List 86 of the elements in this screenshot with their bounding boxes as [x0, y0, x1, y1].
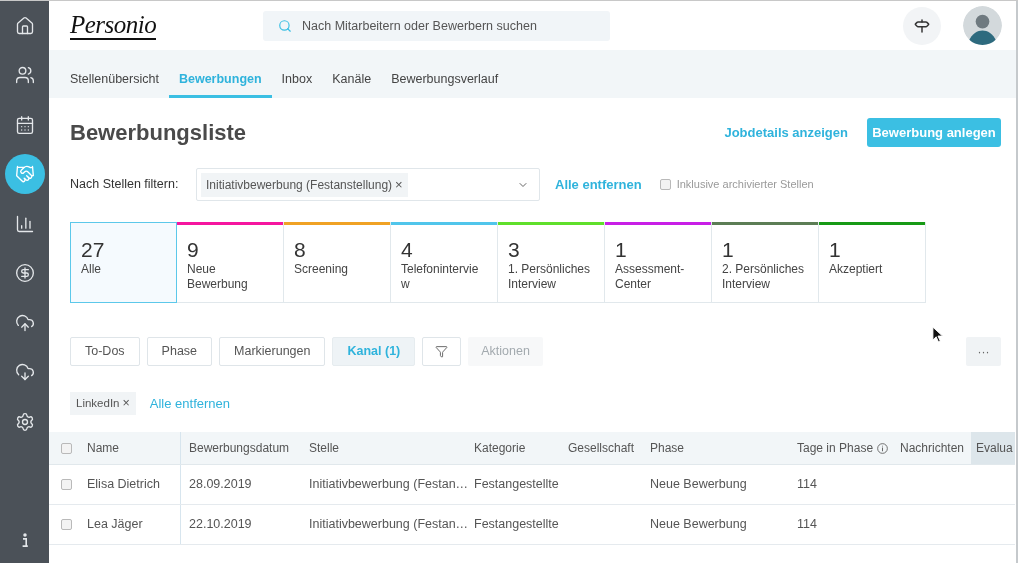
- table-cell-text: 28.09.2019: [189, 476, 252, 494]
- info-icon[interactable]: [20, 532, 29, 549]
- more-button[interactable]: ···: [966, 337, 1001, 366]
- phase-count: 4: [401, 238, 414, 262]
- phase-label: Assessment-Center: [615, 262, 686, 292]
- tab[interactable]: Kanäle: [322, 64, 382, 98]
- phase-label: Alle: [81, 262, 102, 277]
- column-header[interactable]: Tage in Phase: [789, 432, 892, 464]
- phase-label: Telefoninterview: [401, 262, 480, 292]
- phase-card[interactable]: 8 Screening: [284, 222, 391, 303]
- phase-count: 1: [829, 238, 842, 262]
- phase-count: 27: [81, 238, 106, 262]
- table-cell-text: Elisa Dietrich: [87, 476, 160, 494]
- info-icon[interactable]: [877, 442, 889, 454]
- phase-card[interactable]: 27 Alle: [70, 222, 177, 303]
- phase-label: Screening: [294, 262, 350, 277]
- phase-count: 9: [187, 238, 200, 262]
- tab[interactable]: Inbox: [271, 64, 323, 98]
- table-cell-text: Neue Bewerbung: [650, 516, 747, 534]
- checkbox[interactable]: [659, 179, 671, 190]
- column-header[interactable]: Stelle: [301, 432, 466, 464]
- filter-icon: [435, 345, 449, 358]
- phase-card[interactable]: 4 Telefoninterview: [391, 222, 498, 303]
- phase-count: 3: [508, 238, 521, 262]
- phase-card[interactable]: 1 Assessment-Center: [605, 222, 712, 303]
- signpost-button[interactable]: [903, 6, 941, 45]
- handshake-icon: [14, 164, 35, 185]
- phase-count: 1: [722, 238, 735, 262]
- people-icon: [14, 65, 35, 86]
- phase-card[interactable]: 1 Akzeptiert: [819, 222, 926, 303]
- job-select[interactable]: Initiativbewerbung (Festanstellung) ×: [196, 168, 540, 201]
- column-header[interactable]: Evalua: [971, 432, 1015, 464]
- remove-tag-button[interactable]: ×: [395, 178, 403, 191]
- mouse-pointer-icon: [932, 326, 943, 343]
- signpost-icon: [914, 17, 930, 34]
- table-cell-text: Initiativbewerbung (Festan…: [309, 476, 469, 494]
- tab[interactable]: Bewerbungsverlauf: [381, 64, 509, 98]
- tab[interactable]: Stellenübersicht: [60, 64, 169, 98]
- phase-count: 1: [615, 238, 628, 262]
- checkbox-label: Inklusive archivierter Stellen: [676, 177, 814, 193]
- checkbox[interactable]: [61, 442, 72, 454]
- table-cell-text: Festangestellte: [474, 516, 559, 534]
- table-cell-text: Initiativbewerbung (Festan…: [309, 516, 469, 534]
- logo[interactable]: Personio: [70, 11, 157, 40]
- phase-label: 2. Persönliches Interview: [722, 262, 806, 292]
- table-cell-text: Festangestellte: [474, 476, 559, 494]
- column-header[interactable]: Gesellschaft: [560, 432, 642, 464]
- phase-label: 1. Persönliches Interview: [508, 262, 592, 292]
- phase-card[interactable]: 9 Neue Bewerbung: [177, 222, 284, 303]
- search-field[interactable]: Nach Mitarbeitern oder Bewerbern suchen: [263, 10, 610, 41]
- bar-chart-icon: [14, 213, 35, 234]
- column-header[interactable]: Bewerbungsdatum: [181, 432, 301, 464]
- sidebar-item[interactable]: [4, 154, 45, 195]
- avatar-icon[interactable]: [963, 6, 1002, 45]
- filter-toggle-button[interactable]: [422, 337, 462, 366]
- phase-count: 8: [294, 238, 307, 262]
- tag-label: Initiativbewerbung (Festanstellung): [206, 176, 393, 194]
- column-header[interactable]: Nachrichten: [892, 432, 971, 464]
- column-header[interactable]: Phase: [642, 432, 789, 464]
- checkbox[interactable]: [61, 519, 72, 530]
- dollar-icon: [14, 263, 35, 284]
- filter-button[interactable]: To-Dos: [70, 337, 140, 366]
- phase-card[interactable]: 3 1. Persönliches Interview: [498, 222, 605, 303]
- table-cell-text: Neue Bewerbung: [650, 476, 747, 494]
- filter-button[interactable]: Markierungen: [219, 337, 326, 366]
- chip-label: LinkedIn: [76, 395, 120, 411]
- cloud-upload-icon: [14, 312, 35, 333]
- table-cell-text: 114: [797, 516, 817, 534]
- column-header[interactable]: Kategorie: [466, 432, 560, 464]
- calendar-icon: [14, 114, 35, 135]
- checkbox[interactable]: [61, 479, 72, 490]
- phase-card[interactable]: 1 2. Persönliches Interview: [712, 222, 819, 303]
- remove-chip-button[interactable]: ×: [122, 397, 130, 410]
- filter-button[interactable]: Phase: [146, 337, 213, 366]
- table-cell-text: Lea Jäger: [87, 516, 143, 534]
- phase-label: Neue Bewerbung: [187, 262, 249, 292]
- table-cell-text: 114: [797, 476, 817, 494]
- home-icon: [14, 15, 35, 36]
- column-header[interactable]: Name: [79, 432, 181, 464]
- page-title: Bewerbungsliste: [70, 119, 247, 147]
- phase-label: Akzeptiert: [829, 262, 884, 277]
- filter-label: Nach Stellen filtern:: [70, 176, 180, 194]
- search-icon: [278, 18, 292, 33]
- settings-icon: [14, 411, 35, 432]
- cloud-download-icon: [14, 362, 35, 383]
- table-cell-text: 22.10.2019: [189, 516, 252, 534]
